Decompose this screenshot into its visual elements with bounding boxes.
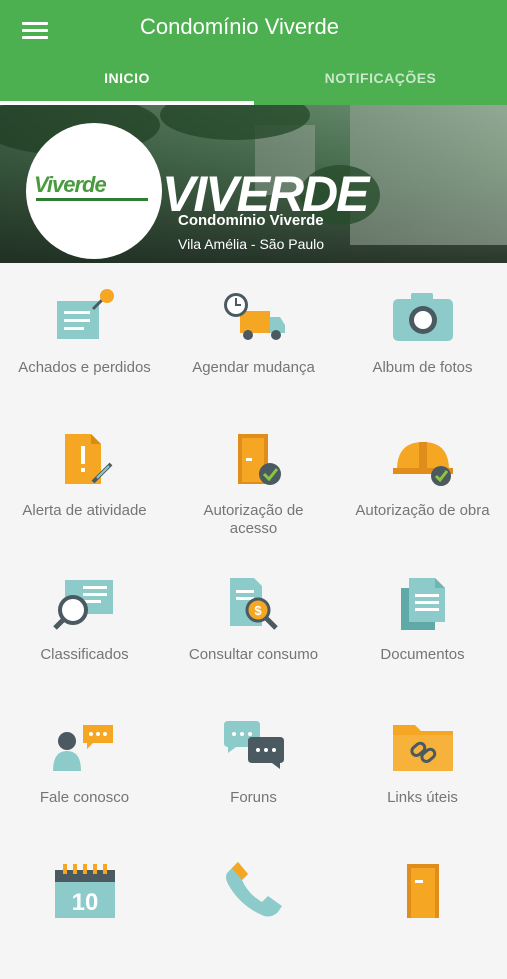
- app-bar: Condomínio Viverde INICIO NOTIFICAÇÕES: [0, 0, 507, 105]
- condo-address: Vila Amélia - São Paulo: [178, 236, 325, 252]
- logo-small-text: Viverde: [34, 172, 107, 197]
- menu-label: Autorização de obra: [355, 502, 490, 519]
- svg-text:$: $: [254, 603, 262, 618]
- app-title: Condomínio Viverde: [140, 14, 339, 39]
- menu-label: Links úteis: [387, 789, 458, 806]
- menu-label: Documentos: [380, 646, 465, 663]
- calendar-day: 10: [71, 889, 98, 916]
- hamburger-menu-icon[interactable]: [22, 22, 48, 40]
- menu-item-foruns[interactable]: Foruns: [169, 693, 338, 836]
- menu-item-alerta[interactable]: Alerta de atividade: [0, 406, 169, 549]
- calendar-icon: 10: [54, 864, 115, 918]
- condo-name: Condomínio Viverde: [178, 212, 324, 229]
- menu-item-autorizacao-acesso[interactable]: Autorização de acesso: [169, 406, 338, 549]
- forum-chat-icon: [223, 721, 284, 769]
- menu-item-autorizacao-obra[interactable]: Autorização de obra: [338, 406, 507, 549]
- alert-document-icon: [64, 434, 112, 484]
- lost-found-icon: [56, 289, 114, 339]
- menu-label: Classificados: [40, 646, 129, 663]
- link-folder-icon: [392, 725, 453, 771]
- door-check-icon: [237, 434, 281, 485]
- menu-label: Album de fotos: [372, 359, 473, 376]
- hardhat-check-icon: [392, 442, 453, 486]
- phone-icon: [225, 862, 282, 917]
- classified-search-icon: [52, 580, 113, 630]
- menu-item-documentos[interactable]: Documentos: [338, 550, 507, 693]
- documents-icon: [400, 578, 445, 630]
- menu-label: Fale conosco: [39, 789, 130, 806]
- menu-label: Foruns: [230, 789, 277, 806]
- menu-label: Agendar mudança: [192, 359, 315, 376]
- menu-label: Achados e perdidos: [18, 359, 151, 376]
- menu-label: Consultar consumo: [188, 646, 319, 663]
- tab-inicio[interactable]: INICIO: [0, 70, 254, 86]
- menu-item-fale-conosco[interactable]: Fale conosco: [0, 693, 169, 836]
- logo-underline: [36, 198, 148, 201]
- menu-item-phone[interactable]: [169, 836, 338, 979]
- consumption-search-icon: $: [229, 578, 278, 630]
- menu-item-agendar-mudanca[interactable]: Agendar mudança: [169, 263, 338, 406]
- moving-truck-icon: [223, 293, 285, 340]
- contact-chat-icon: [52, 725, 113, 771]
- menu-item-links-uteis[interactable]: Links úteis: [338, 693, 507, 836]
- menu-label: Autorização de acesso: [203, 502, 304, 537]
- camera-icon: [392, 293, 453, 341]
- menu-item-classificados[interactable]: Classificados: [0, 550, 169, 693]
- menu-item-album[interactable]: Album de fotos: [338, 263, 507, 406]
- menu-label: Alerta de atividade: [22, 502, 147, 519]
- menu-item-consultar-consumo[interactable]: $ Consultar consumo: [169, 550, 338, 693]
- tab-notificacoes[interactable]: NOTIFICAÇÕES: [254, 70, 507, 86]
- menu-item-calendar[interactable]: 10: [0, 836, 169, 979]
- menu-item-door[interactable]: [338, 836, 507, 979]
- menu-item-achados[interactable]: Achados e perdidos: [0, 263, 169, 406]
- door-icon: [406, 864, 439, 918]
